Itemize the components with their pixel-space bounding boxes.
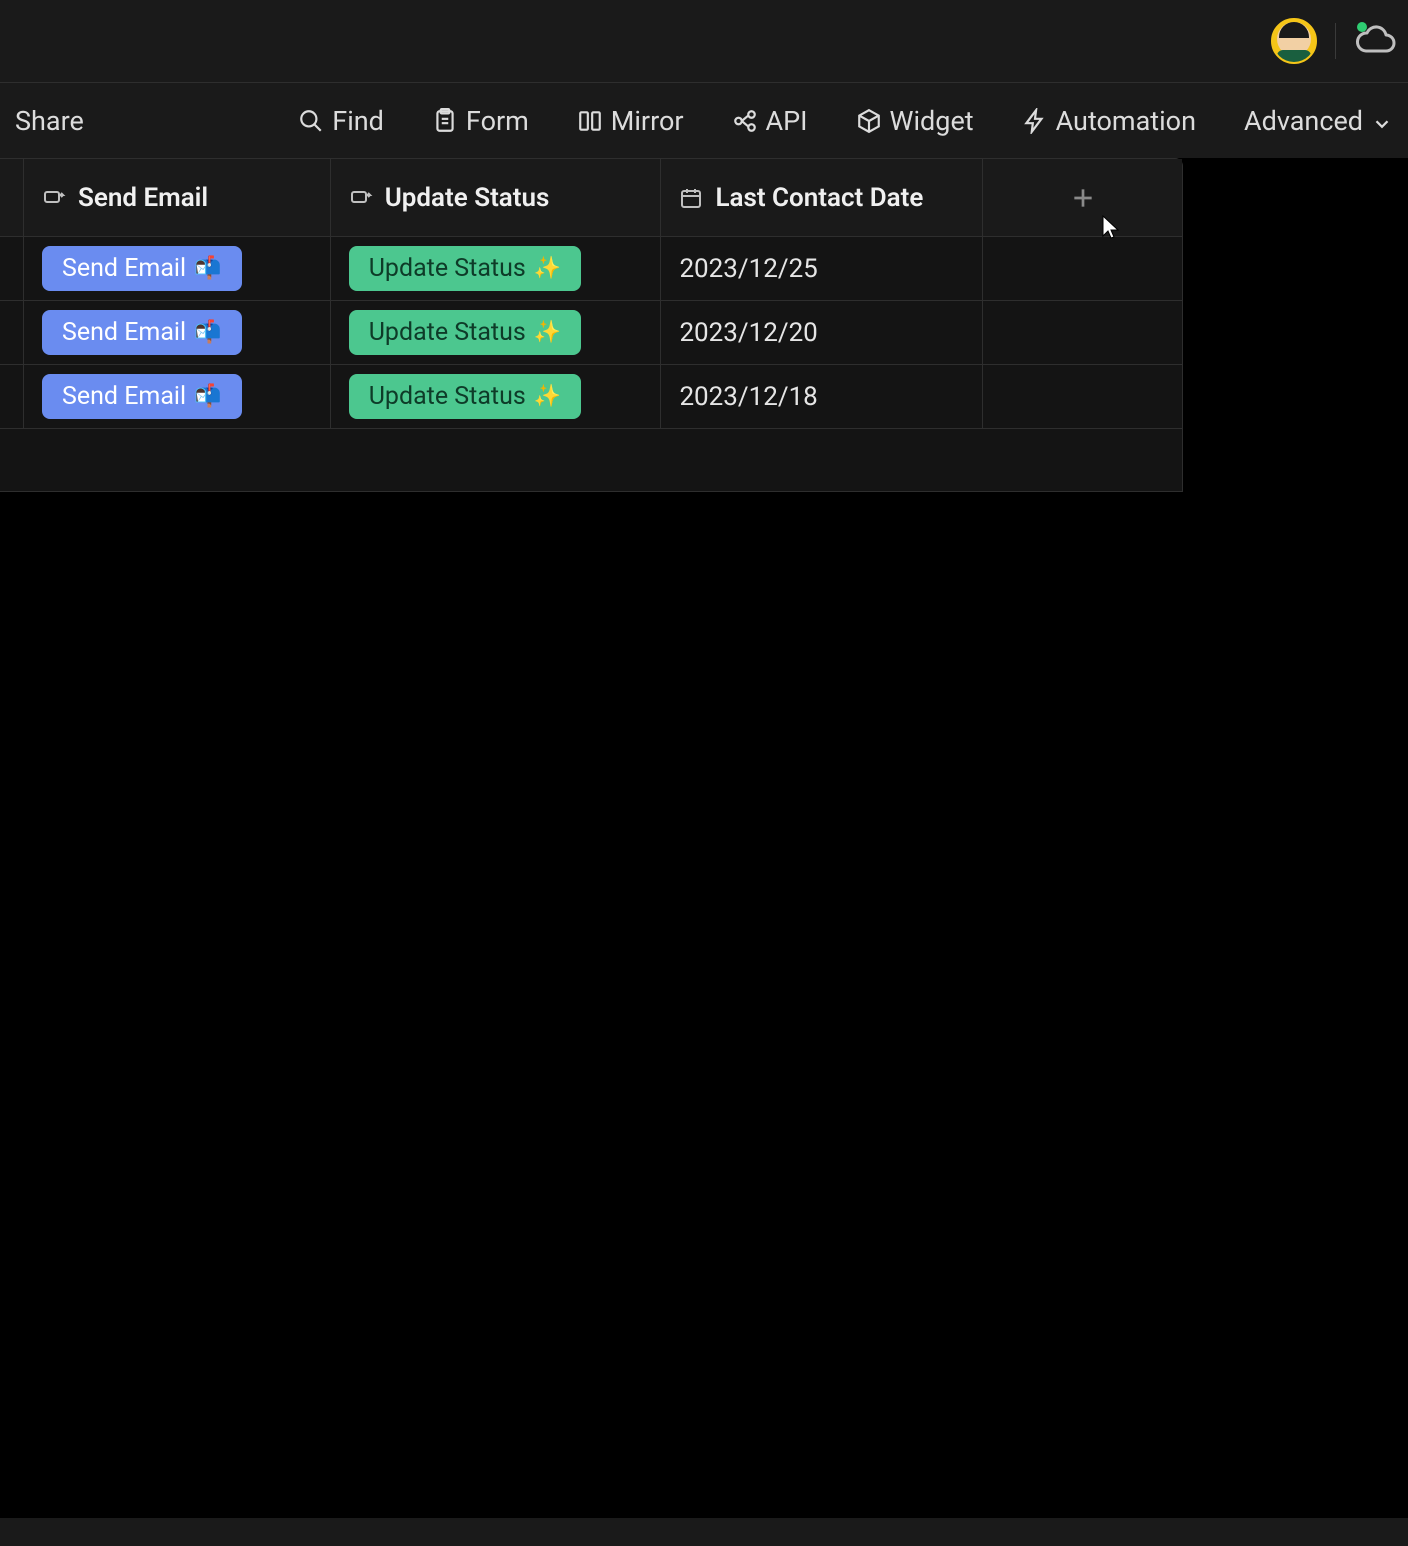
mailbox-icon: 📬 [194, 320, 221, 345]
mailbox-icon: 📬 [194, 384, 221, 409]
date-value: 2023/12/20 [679, 318, 817, 348]
widget-label: Widget [890, 105, 974, 137]
mirror-button[interactable]: Mirror [572, 97, 689, 145]
advanced-button[interactable]: Advanced [1239, 97, 1398, 145]
pill-label: Send Email [62, 382, 186, 411]
share-label: Share [15, 105, 84, 137]
column-label: Last Contact Date [715, 183, 923, 213]
find-button[interactable]: Find [293, 97, 389, 145]
avatar-body-icon [1277, 50, 1311, 62]
update-status-button[interactable]: Update Status ✨ [349, 310, 581, 355]
automation-label: Automation [1056, 105, 1196, 137]
grid-footer [0, 429, 1182, 491]
button-field-icon [42, 186, 66, 210]
cell-empty [983, 365, 1182, 428]
share-button[interactable]: Share [10, 97, 89, 145]
button-field-icon [349, 186, 373, 210]
pill-label: Send Email [62, 318, 186, 347]
api-icon [732, 108, 758, 134]
toolbar: Share Find Form Mirror API [0, 82, 1408, 158]
cloud-sync-icon[interactable] [1354, 25, 1398, 57]
send-email-button[interactable]: Send Email 📬 [42, 374, 242, 419]
cell-send-email: Send Email 📬 [24, 301, 331, 364]
api-button[interactable]: API [727, 97, 813, 145]
form-label: Form [466, 105, 529, 137]
column-header-send-email[interactable]: Send Email [24, 159, 331, 236]
user-avatar[interactable] [1271, 18, 1317, 64]
status-bar [0, 1518, 1408, 1546]
advanced-label: Advanced [1244, 105, 1363, 137]
column-label: Send Email [78, 183, 208, 213]
grid-header-row: Send Email Update Status Last Contact Da… [0, 159, 1182, 237]
search-icon [298, 108, 324, 134]
plus-icon [1070, 185, 1096, 211]
header-divider [1335, 23, 1336, 59]
cell-update-status: Update Status ✨ [331, 301, 662, 364]
update-status-button[interactable]: Update Status ✨ [349, 246, 581, 291]
mirror-label: Mirror [611, 105, 684, 137]
date-value: 2023/12/18 [679, 382, 817, 412]
sparkles-icon: ✨ [534, 384, 561, 409]
column-header-update-status[interactable]: Update Status [331, 159, 662, 236]
cell-last-contact-date[interactable]: 2023/12/18 [661, 365, 983, 428]
row-stub [0, 159, 24, 236]
data-grid: Send Email Update Status Last Contact Da… [0, 158, 1183, 492]
column-label: Update Status [385, 183, 550, 213]
header-right [1271, 0, 1398, 82]
send-email-button[interactable]: Send Email 📬 [42, 310, 242, 355]
cell-last-contact-date[interactable]: 2023/12/25 [661, 237, 983, 300]
cell-update-status: Update Status ✨ [331, 365, 662, 428]
bolt-icon [1022, 108, 1048, 134]
pill-label: Update Status [369, 318, 526, 347]
cell-send-email: Send Email 📬 [24, 365, 331, 428]
cell-empty [983, 237, 1182, 300]
cell-empty [983, 301, 1182, 364]
column-header-last-contact-date[interactable]: Last Contact Date [661, 159, 983, 236]
clipboard-icon [432, 108, 458, 134]
api-label: API [766, 105, 808, 137]
update-status-button[interactable]: Update Status ✨ [349, 374, 581, 419]
row-stub[interactable] [0, 237, 24, 300]
date-value: 2023/12/25 [679, 254, 817, 284]
row-stub[interactable] [0, 365, 24, 428]
table-row: Send Email 📬 Update Status ✨ 2023/12/18 [0, 365, 1182, 429]
add-column-button[interactable] [983, 159, 1182, 236]
app-header [0, 0, 1408, 82]
table-row: Send Email 📬 Update Status ✨ 2023/12/20 [0, 301, 1182, 365]
mailbox-icon: 📬 [194, 256, 221, 281]
calendar-icon [679, 186, 703, 210]
mirror-icon [577, 108, 603, 134]
form-button[interactable]: Form [427, 97, 534, 145]
automation-button[interactable]: Automation [1017, 97, 1201, 145]
cube-icon [856, 108, 882, 134]
row-stub[interactable] [0, 301, 24, 364]
widget-button[interactable]: Widget [851, 97, 979, 145]
sync-status-dot-icon [1357, 22, 1367, 32]
cell-last-contact-date[interactable]: 2023/12/20 [661, 301, 983, 364]
sparkles-icon: ✨ [534, 256, 561, 281]
cell-update-status: Update Status ✨ [331, 237, 662, 300]
chevron-down-icon [1371, 110, 1393, 132]
find-label: Find [332, 105, 384, 137]
send-email-button[interactable]: Send Email 📬 [42, 246, 242, 291]
sparkles-icon: ✨ [534, 320, 561, 345]
table-row: Send Email 📬 Update Status ✨ 2023/12/25 [0, 237, 1182, 301]
cell-send-email: Send Email 📬 [24, 237, 331, 300]
pill-label: Update Status [369, 254, 526, 283]
pill-label: Update Status [369, 382, 526, 411]
pill-label: Send Email [62, 254, 186, 283]
